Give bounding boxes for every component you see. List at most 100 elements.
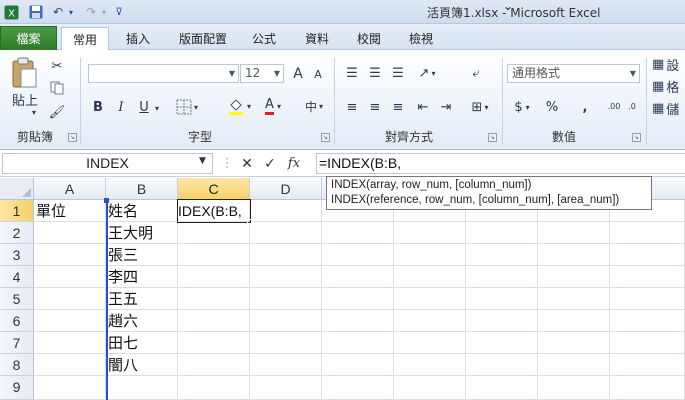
cell-c6[interactable] [178,310,250,332]
cell-c2[interactable] [178,222,250,244]
cell-h5[interactable] [538,288,610,310]
tab-data[interactable]: 資料 [298,27,336,50]
cell-a5[interactable] [34,288,106,310]
cell-c9[interactable] [178,376,250,400]
increase-indent-icon[interactable]: ⇥ [437,98,455,116]
column-header-a[interactable]: A [34,178,106,200]
cell-d8[interactable] [250,354,322,376]
format-as-table-button[interactable]: ▦ 格 [652,78,685,96]
redo-icon[interactable]: ↷ [83,3,99,21]
insert-function-button[interactable]: fx [284,154,304,173]
align-right-icon[interactable]: ≡ [389,98,407,116]
borders-button[interactable]: ▾ [172,98,202,116]
cell-f9[interactable] [394,376,466,400]
alignment-launcher-icon[interactable]: ↘ [488,133,497,142]
cell-f5[interactable] [394,288,466,310]
reference-range-handle[interactable] [104,198,109,203]
tooltip-syntax-reference[interactable]: INDEX(reference, row_num, [column_num], … [331,193,647,208]
cell-g9[interactable] [466,376,538,400]
cell-h6[interactable] [538,310,610,332]
cell-b9[interactable] [106,376,178,400]
cell-i8[interactable] [610,354,685,376]
paste-dropdown-icon[interactable]: ▾ [28,107,40,117]
select-all-button[interactable] [0,178,34,200]
align-center-icon[interactable]: ≡ [366,98,384,116]
cell-a2[interactable] [34,222,106,244]
cell-h8[interactable] [538,354,610,376]
font-size-combo[interactable]: 12 ▼ [240,64,284,83]
name-box[interactable]: INDEX [2,153,213,174]
cell-a4[interactable] [34,266,106,288]
chevron-down-icon[interactable]: ⌄ [503,0,513,13]
cell-e7[interactable] [322,332,394,354]
cell-f8[interactable] [394,354,466,376]
align-left-icon[interactable]: ≡ [343,98,361,116]
cell-d5[interactable] [250,288,322,310]
cell-h4[interactable] [538,266,610,288]
grow-font-button[interactable]: A [289,64,307,83]
cell-d2[interactable] [250,222,322,244]
cell-e4[interactable] [322,266,394,288]
merge-center-icon[interactable]: ⊞ ▾ [467,98,493,116]
cell-g8[interactable] [466,354,538,376]
decrease-decimal-icon[interactable]: .0 [624,96,640,116]
underline-dropdown-icon[interactable]: ▾ [152,102,162,114]
wrap-text-icon[interactable]: ⤶ [467,64,485,82]
row-header-3[interactable]: 3 [0,244,34,266]
cell-c1[interactable]: IDEX(B:B, [178,200,250,222]
copy-icon[interactable] [48,80,66,96]
row-header-6[interactable]: 6 [0,310,34,332]
cell-f7[interactable] [394,332,466,354]
cell-e5[interactable] [322,288,394,310]
row-header-9[interactable]: 9 [0,376,34,400]
cell-i3[interactable] [610,244,685,266]
number-launcher-icon[interactable]: ↘ [632,133,641,142]
row-header-2[interactable]: 2 [0,222,34,244]
cell-i5[interactable] [610,288,685,310]
row-header-4[interactable]: 4 [0,266,34,288]
cell-b8[interactable]: 闇八 [106,354,178,376]
fill-color-button[interactable]: ▾ [224,96,254,116]
tab-insert[interactable]: 插入 [118,27,158,50]
cell-h7[interactable] [538,332,610,354]
comma-button[interactable]: , [576,98,594,116]
cell-g4[interactable] [466,266,538,288]
row-header-1[interactable]: 1 [0,200,34,222]
cell-b1[interactable]: 姓名 [106,200,178,222]
orientation-icon[interactable]: ↗ ▾ [414,64,440,82]
cell-b7[interactable]: 田七 [106,332,178,354]
cell-a1[interactable]: 單位 [34,200,106,222]
cell-b5[interactable]: 王五 [106,288,178,310]
cell-g7[interactable] [466,332,538,354]
cell-e2[interactable] [322,222,394,244]
font-name-combo[interactable]: ▼ [88,64,239,83]
cancel-button[interactable]: ✕ [238,154,256,173]
align-middle-icon[interactable]: ☰ [366,64,384,82]
cell-styles-button[interactable]: ▦ 儲 [652,100,685,118]
cell-c7[interactable] [178,332,250,354]
excel-icon[interactable]: X [3,3,19,21]
cell-i6[interactable] [610,310,685,332]
column-header-b[interactable]: B [106,178,178,200]
cell-e8[interactable] [322,354,394,376]
cell-d1[interactable] [250,200,322,222]
tab-page-layout[interactable]: 版面配置 [172,27,234,50]
cell-c4[interactable] [178,266,250,288]
cell-i2[interactable] [610,222,685,244]
increase-decimal-button[interactable]: .00 [606,96,622,116]
enter-button[interactable]: ✓ [261,154,279,173]
cell-b6[interactable]: 趙六 [106,310,178,332]
tab-home[interactable]: 常用 [61,27,109,51]
redo-dropdown-icon[interactable]: ▾ [99,3,109,21]
cell-g5[interactable] [466,288,538,310]
cell-b2[interactable]: 王大明 [106,222,178,244]
cell-f2[interactable] [394,222,466,244]
cell-a6[interactable] [34,310,106,332]
underline-button[interactable]: U [136,98,152,116]
formula-bar-resize-handle[interactable]: ⋮ [220,154,234,173]
cell-e3[interactable] [322,244,394,266]
save-icon[interactable] [28,3,44,21]
format-painter-icon[interactable]: 🖌 [48,104,66,120]
cell-h2[interactable] [538,222,610,244]
column-header-c[interactable]: C [178,178,250,200]
